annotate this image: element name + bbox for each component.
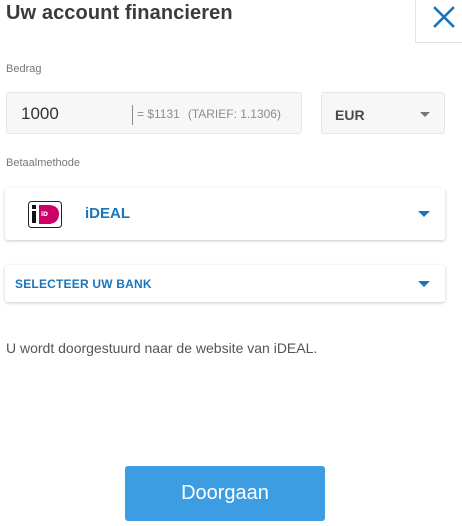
close-icon bbox=[433, 6, 455, 28]
bank-select[interactable]: SELECTEER UW BANK bbox=[5, 265, 445, 302]
continue-button[interactable]: Doorgaan bbox=[125, 466, 325, 521]
converted-amount: = $1131 bbox=[137, 107, 180, 121]
exchange-rate: (TARIEF: 1.1306) bbox=[187, 107, 281, 121]
redirect-notice: U wordt doorgestuurd naar de website van… bbox=[6, 340, 318, 356]
chevron-down-icon bbox=[418, 281, 430, 287]
chevron-down-icon bbox=[418, 211, 430, 217]
currency-value: EUR bbox=[335, 107, 365, 123]
close-button[interactable] bbox=[415, 0, 462, 43]
ideal-logo-icon: iD bbox=[28, 201, 62, 228]
payment-method-label: Betaalmethode bbox=[6, 157, 80, 169]
fund-account-dialog: Uw account financieren Bedrag 1000 = $11… bbox=[0, 0, 462, 526]
chevron-down-icon bbox=[420, 112, 430, 117]
bank-select-placeholder: SELECTEER UW BANK bbox=[15, 277, 152, 291]
payment-method-value: iDEAL bbox=[85, 205, 130, 222]
amount-label: Bedrag bbox=[6, 63, 42, 75]
amount-input[interactable]: 1000 = $1131 (TARIEF: 1.1306) bbox=[6, 92, 302, 134]
page-title: Uw account financieren bbox=[6, 2, 233, 24]
payment-method-select[interactable]: iD iDEAL bbox=[5, 188, 445, 240]
currency-select[interactable]: EUR bbox=[321, 92, 445, 134]
amount-cursor-divider bbox=[132, 105, 133, 125]
svg-text:iD: iD bbox=[41, 211, 48, 218]
conversion-info: = $1131 (TARIEF: 1.1306) bbox=[137, 107, 281, 121]
amount-value[interactable]: 1000 bbox=[21, 104, 59, 124]
